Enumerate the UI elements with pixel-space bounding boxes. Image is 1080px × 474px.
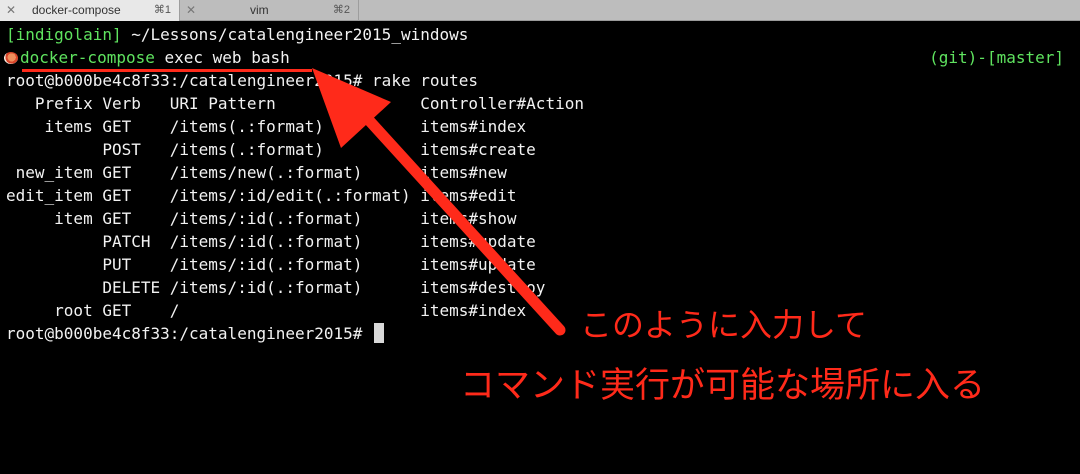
terminal-line: new_item GET /items/new(.:format) items#… bbox=[6, 163, 507, 182]
tab-divider bbox=[358, 0, 359, 21]
terminal-line: item GET /items/:id(.:format) items#show bbox=[6, 209, 517, 228]
terminal-line: root GET / items#index bbox=[6, 301, 527, 320]
close-icon[interactable]: ✕ bbox=[4, 0, 18, 21]
tab-shortcut: ⌘2 bbox=[332, 4, 350, 16]
terminal-line: docker-compose exec web bash bbox=[4, 46, 290, 69]
username: [indigolain] bbox=[6, 25, 122, 44]
tab-title: vim bbox=[250, 3, 269, 17]
current-path: ~/Lessons/catalengineer2015_windows bbox=[121, 25, 469, 44]
prompt: root@b000be4c8f33:/catalengineer2015# bbox=[6, 324, 373, 343]
terminal-line: PATCH /items/:id(.:format) items#update bbox=[6, 232, 536, 251]
terminal-line: edit_item GET /items/:id/edit(.:format) … bbox=[6, 186, 517, 205]
tab-docker-compose[interactable]: ✕ docker-compose ⌘1 bbox=[0, 0, 179, 21]
terminal-line: PUT /items/:id(.:format) items#update bbox=[6, 255, 536, 274]
terminal-prompt-line[interactable]: root@b000be4c8f33:/catalengineer2015# bbox=[6, 322, 385, 345]
tab-vim[interactable]: ✕ vim ⌘2 bbox=[180, 0, 358, 21]
terminal-line: root@b000be4c8f33:/catalengineer2015# ra… bbox=[6, 71, 479, 90]
sushi-icon bbox=[4, 52, 18, 64]
command-name: docker-compose bbox=[20, 48, 155, 67]
terminal-line: [indigolain] ~/Lessons/catalengineer2015… bbox=[6, 23, 468, 46]
command-args: exec web bash bbox=[154, 48, 290, 67]
terminal-line: items GET /items(.:format) items#index bbox=[6, 117, 527, 136]
annotation-text: このように入力して bbox=[580, 306, 868, 344]
tab-bar: ✕ docker-compose ⌘1 ✕ vim ⌘2 bbox=[0, 0, 1080, 21]
git-status: (git)-[master] bbox=[929, 48, 1064, 67]
tab-shortcut: ⌘1 bbox=[153, 4, 171, 16]
annotation-text: コマンド実行が可能な場所に入る bbox=[460, 366, 986, 406]
terminal-line: POST /items(.:format) items#create bbox=[6, 140, 536, 159]
terminal-line: DELETE /items/:id(.:format) items#destro… bbox=[6, 278, 546, 297]
text-cursor bbox=[374, 323, 385, 343]
highlight-underline bbox=[22, 69, 312, 72]
terminal-line: Prefix Verb URI Pattern Controller#Actio… bbox=[6, 94, 584, 113]
close-icon[interactable]: ✕ bbox=[184, 0, 198, 21]
tab-title: docker-compose bbox=[32, 3, 121, 17]
